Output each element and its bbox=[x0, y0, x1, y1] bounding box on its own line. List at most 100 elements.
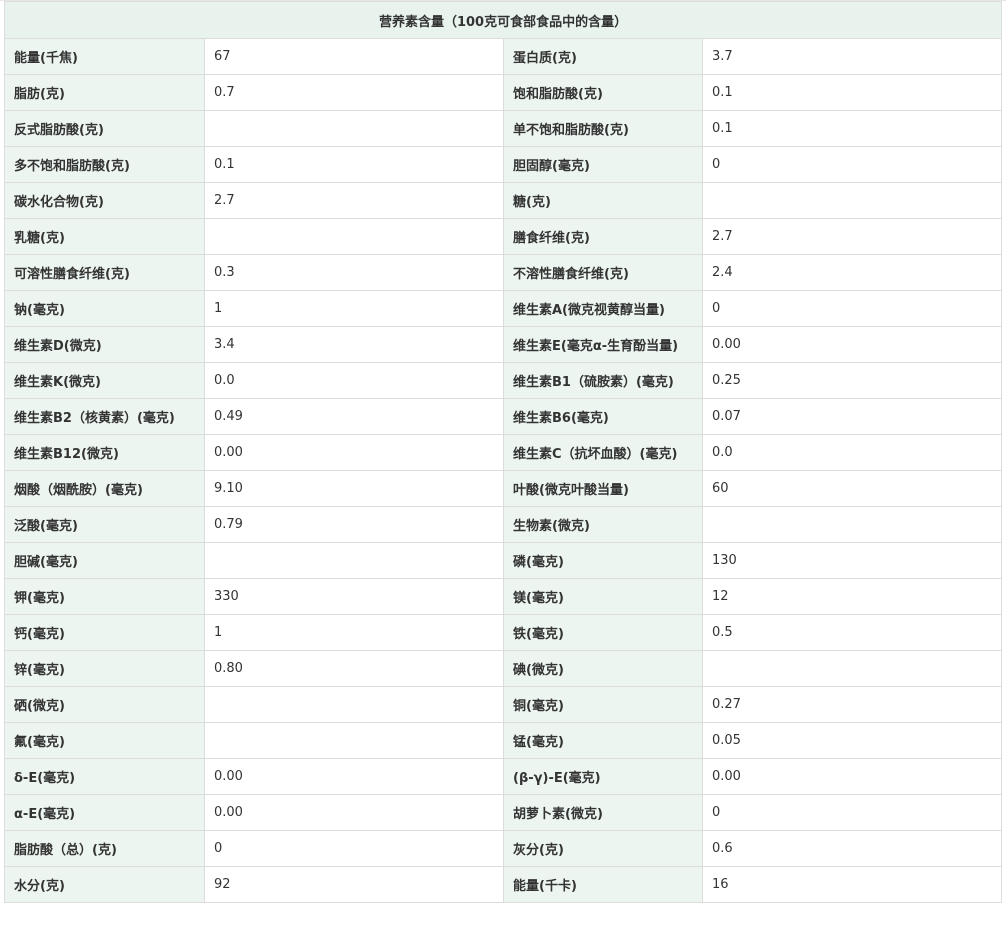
nutrient-label: 硒(微克) bbox=[4, 686, 205, 723]
nutrient-value: 0.1 bbox=[204, 146, 504, 183]
nutrient-value: 330 bbox=[204, 578, 504, 615]
nutrient-value: 0.0 bbox=[204, 362, 504, 399]
table-row: 烟酸（烟酰胺）(毫克) 9.10 叶酸(微克叶酸当量) 60 bbox=[4, 470, 1003, 507]
table-row: 碳水化合物(克) 2.7 糖(克) bbox=[4, 182, 1003, 219]
nutrient-label: 胆固醇(毫克) bbox=[503, 146, 703, 183]
nutrient-label: 维生素B2（核黄素）(毫克) bbox=[4, 398, 205, 435]
table-row: 脂肪(克) 0.7 饱和脂肪酸(克) 0.1 bbox=[4, 74, 1003, 111]
table-row: 钙(毫克) 1 铁(毫克) 0.5 bbox=[4, 614, 1003, 651]
nutrient-value: 0.00 bbox=[701, 326, 1003, 363]
table-row: 泛酸(毫克) 0.79 生物素(微克) bbox=[4, 506, 1003, 543]
nutrient-label: 维生素K(微克) bbox=[4, 362, 205, 399]
nutrient-value: 0.00 bbox=[204, 434, 504, 471]
nutrient-value bbox=[204, 110, 504, 147]
nutrient-value: 9.10 bbox=[204, 470, 504, 507]
nutrient-value: 3.7 bbox=[701, 38, 1003, 75]
nutrient-label: 钙(毫克) bbox=[4, 614, 205, 651]
nutrient-value: 0.05 bbox=[701, 722, 1003, 759]
table-header-row: 营养素含量（100克可食部食品中的含量） bbox=[3, 1, 1003, 39]
nutrient-label: 维生素D(微克) bbox=[4, 326, 205, 363]
nutrient-label: 维生素B6(毫克) bbox=[503, 398, 703, 435]
nutrient-label: 不溶性膳食纤维(克) bbox=[503, 254, 703, 291]
nutrient-value: 1 bbox=[204, 614, 504, 651]
table-row: 脂肪酸（总）(克) 0 灰分(克) 0.6 bbox=[4, 830, 1003, 867]
table-row: 胆碱(毫克) 磷(毫克) 130 bbox=[4, 542, 1003, 579]
nutrient-value: 130 bbox=[701, 542, 1003, 579]
nutrient-label: 氟(毫克) bbox=[4, 722, 205, 759]
table-row: 维生素B2（核黄素）(毫克) 0.49 维生素B6(毫克) 0.07 bbox=[4, 398, 1003, 435]
nutrient-value: 0 bbox=[204, 830, 504, 867]
table-row: 锌(毫克) 0.80 碘(微克) bbox=[4, 650, 1003, 687]
nutrient-value: 67 bbox=[204, 38, 504, 75]
nutrient-value: 0.80 bbox=[204, 650, 504, 687]
nutrient-label: 脂肪(克) bbox=[4, 74, 205, 111]
nutrient-label: 钠(毫克) bbox=[4, 290, 205, 327]
table-title: 营养素含量（100克可食部食品中的含量） bbox=[3, 1, 1003, 39]
nutrient-value: 0.6 bbox=[701, 830, 1003, 867]
nutrient-value: 0.00 bbox=[204, 794, 504, 831]
table-row: 能量(千焦) 67 蛋白质(克) 3.7 bbox=[4, 38, 1003, 75]
nutrient-value: 0 bbox=[701, 290, 1003, 327]
table-row: 维生素B12(微克) 0.00 维生素C（抗坏血酸）(毫克) 0.0 bbox=[4, 434, 1003, 471]
nutrient-label: 单不饱和脂肪酸(克) bbox=[503, 110, 703, 147]
nutrient-label: 能量(千焦) bbox=[4, 38, 205, 75]
nutrient-label: 钾(毫克) bbox=[4, 578, 205, 615]
nutrient-value bbox=[204, 542, 504, 579]
table-row: 钠(毫克) 1 维生素A(微克视黄醇当量) 0 bbox=[4, 290, 1003, 327]
nutrient-label: 饱和脂肪酸(克) bbox=[503, 74, 703, 111]
table-row: 多不饱和脂肪酸(克) 0.1 胆固醇(毫克) 0 bbox=[4, 146, 1003, 183]
table-row: δ-E(毫克) 0.00 (β-γ)-E(毫克) 0.00 bbox=[4, 758, 1003, 795]
table-row: 可溶性膳食纤维(克) 0.3 不溶性膳食纤维(克) 2.4 bbox=[4, 254, 1003, 291]
table-row: 维生素D(微克) 3.4 维生素E(毫克α-生育酚当量) 0.00 bbox=[4, 326, 1003, 363]
nutrient-label: α-E(毫克) bbox=[4, 794, 205, 831]
table-row: 硒(微克) 铜(毫克) 0.27 bbox=[4, 686, 1003, 723]
nutrient-label: 磷(毫克) bbox=[503, 542, 703, 579]
nutrient-value: 0.1 bbox=[701, 74, 1003, 111]
nutrient-value: 0 bbox=[701, 794, 1003, 831]
nutrient-value: 12 bbox=[701, 578, 1003, 615]
table-row: 钾(毫克) 330 镁(毫克) 12 bbox=[4, 578, 1003, 615]
table-row: 维生素K(微克) 0.0 维生素B1（硫胺素）(毫克) 0.25 bbox=[4, 362, 1003, 399]
nutrient-label: 蛋白质(克) bbox=[503, 38, 703, 75]
table-row: α-E(毫克) 0.00 胡萝卜素(微克) 0 bbox=[4, 794, 1003, 831]
nutrient-value: 0.07 bbox=[701, 398, 1003, 435]
nutrient-value bbox=[701, 506, 1003, 543]
nutrient-label: 生物素(微克) bbox=[503, 506, 703, 543]
nutrient-value: 16 bbox=[701, 866, 1003, 903]
nutrient-value: 0.49 bbox=[204, 398, 504, 435]
nutrient-label: δ-E(毫克) bbox=[4, 758, 205, 795]
nutrient-label: 灰分(克) bbox=[503, 830, 703, 867]
nutrient-value: 0.00 bbox=[701, 758, 1003, 795]
table-row: 乳糖(克) 膳食纤维(克) 2.7 bbox=[4, 218, 1003, 255]
nutrient-label: 乳糖(克) bbox=[4, 218, 205, 255]
nutrient-label: 膳食纤维(克) bbox=[503, 218, 703, 255]
nutrient-label: 胡萝卜素(微克) bbox=[503, 794, 703, 831]
nutrient-value: 0.3 bbox=[204, 254, 504, 291]
nutrient-value: 0.00 bbox=[204, 758, 504, 795]
nutrient-label: 糖(克) bbox=[503, 182, 703, 219]
table-row: 氟(毫克) 锰(毫克) 0.05 bbox=[4, 722, 1003, 759]
nutrient-label: 反式脂肪酸(克) bbox=[4, 110, 205, 147]
nutrient-label: 泛酸(毫克) bbox=[4, 506, 205, 543]
nutrient-value: 3.4 bbox=[204, 326, 504, 363]
nutrient-label: 碳水化合物(克) bbox=[4, 182, 205, 219]
nutrient-label: 烟酸（烟酰胺）(毫克) bbox=[4, 470, 205, 507]
nutrient-label: 维生素C（抗坏血酸）(毫克) bbox=[503, 434, 703, 471]
nutrient-value: 0.0 bbox=[701, 434, 1003, 471]
nutrient-label: 能量(千卡) bbox=[503, 866, 703, 903]
nutrient-label: 维生素B1（硫胺素）(毫克) bbox=[503, 362, 703, 399]
nutrient-value: 2.7 bbox=[701, 218, 1003, 255]
nutrient-label: 维生素A(微克视黄醇当量) bbox=[503, 290, 703, 327]
nutrient-label: 可溶性膳食纤维(克) bbox=[4, 254, 205, 291]
nutrient-value: 0.1 bbox=[701, 110, 1003, 147]
nutrient-value: 0.79 bbox=[204, 506, 504, 543]
nutrient-value: 0.7 bbox=[204, 74, 504, 111]
nutrient-label: (β-γ)-E(毫克) bbox=[503, 758, 703, 795]
nutrient-value: 2.7 bbox=[204, 182, 504, 219]
nutrient-value: 60 bbox=[701, 470, 1003, 507]
nutrient-label: 铁(毫克) bbox=[503, 614, 703, 651]
nutrient-value: 0.25 bbox=[701, 362, 1003, 399]
nutrient-value: 0 bbox=[701, 146, 1003, 183]
nutrient-label: 胆碱(毫克) bbox=[4, 542, 205, 579]
nutrient-label: 锌(毫克) bbox=[4, 650, 205, 687]
